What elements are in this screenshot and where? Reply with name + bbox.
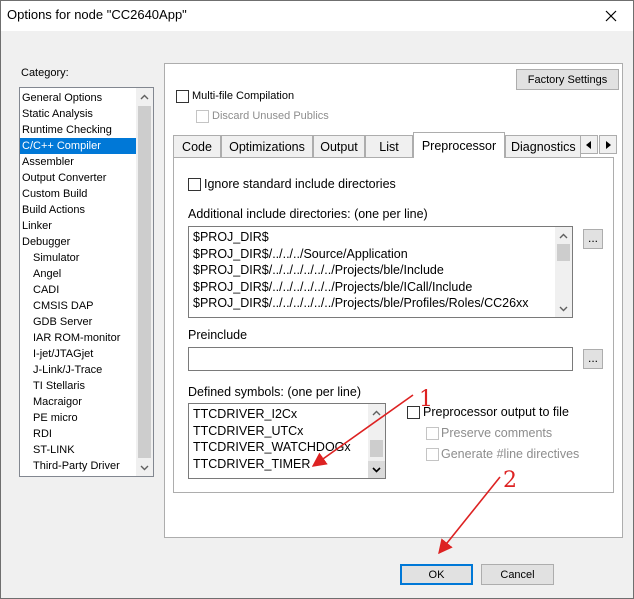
tab-preprocessor[interactable]: Preprocessor (413, 132, 505, 158)
annotation-arrow-2 (438, 476, 501, 555)
annotation-arrows (311, 394, 501, 555)
annotation-number-1: 1 (419, 387, 433, 412)
annotation-number-2: 2 (503, 468, 517, 493)
annotation-arrow-1 (311, 394, 414, 467)
options-dialog: Options for node "CC2640App" Category: G… (0, 0, 634, 599)
